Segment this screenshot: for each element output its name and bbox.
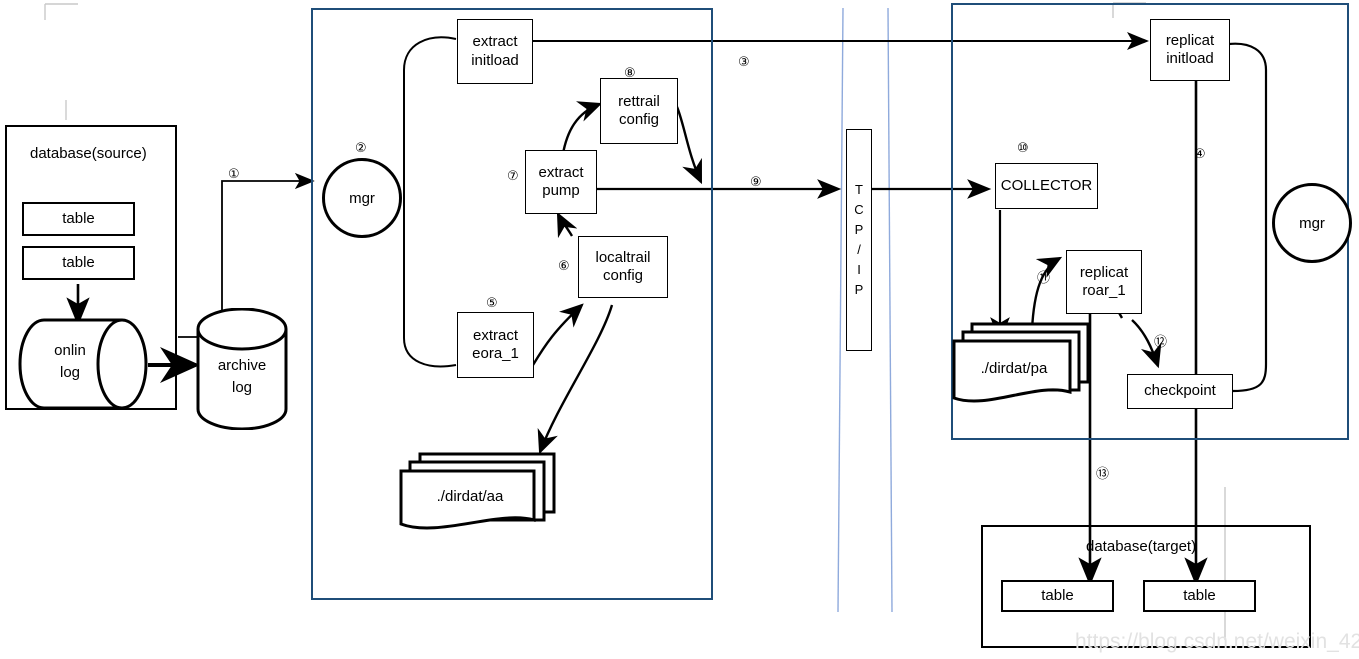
localtrail-config-line1: localtrail bbox=[595, 248, 651, 266]
extract-initload-line2: initload bbox=[471, 51, 519, 69]
target-table-2: table bbox=[1143, 580, 1256, 612]
tcpip-letter-0: T bbox=[855, 181, 863, 197]
rettrail-config-line1: rettrail bbox=[618, 92, 660, 110]
extract-pump-box: extract pump bbox=[525, 150, 597, 214]
extract-initload-line1: extract bbox=[472, 33, 518, 51]
target-table-1-label: table bbox=[1041, 586, 1074, 604]
step-9-label: ⑨ bbox=[750, 175, 762, 190]
replicat-roar-line2: roar_1 bbox=[1082, 282, 1126, 299]
source-database-title: database(source) bbox=[30, 145, 147, 162]
extract-eora-box: extract eora_1 bbox=[457, 312, 534, 378]
step-11-label: ⑪ bbox=[1037, 271, 1051, 286]
rettrail-config-line2: config bbox=[618, 111, 660, 128]
tcpip-letter-1: C bbox=[854, 201, 864, 217]
source-table-1: table bbox=[22, 202, 135, 236]
target-table-1: table bbox=[1001, 580, 1114, 612]
checkpoint-box: checkpoint bbox=[1127, 374, 1233, 409]
step-6-label: ⑥ bbox=[558, 259, 570, 274]
step-8-label: ⑧ bbox=[624, 66, 636, 81]
localtrail-config-box: localtrail config bbox=[578, 236, 668, 298]
target-mgr-circle: mgr bbox=[1272, 183, 1352, 263]
replicat-initload-line2: initload bbox=[1166, 50, 1214, 67]
dirdat-aa-label: ./dirdat/aa bbox=[436, 488, 504, 505]
diagram-canvas: database(source) table table onlin log a… bbox=[0, 0, 1359, 659]
dirdat-pa-stack: ./dirdat/pa bbox=[950, 320, 1094, 412]
tcpip-letter-3: / bbox=[857, 242, 861, 257]
target-database-title: database(target) bbox=[1086, 538, 1197, 555]
localtrail-config-line2: config bbox=[602, 267, 644, 284]
collector-box: COLLECTOR bbox=[995, 163, 1098, 209]
step-3-label: ③ bbox=[738, 55, 750, 70]
online-log-cylinder: onlin log bbox=[18, 318, 148, 410]
source-mgr-label: mgr bbox=[349, 189, 375, 207]
archive-log-cylinder: archive log bbox=[196, 307, 288, 431]
replicat-initload-box: replicat initload bbox=[1150, 19, 1230, 81]
checkpoint-label: checkpoint bbox=[1144, 382, 1216, 400]
rettrail-config-box: rettrail config bbox=[600, 78, 678, 144]
online-log-label: onlin log bbox=[54, 342, 86, 381]
source-mgr-circle: mgr bbox=[322, 158, 402, 238]
dirdat-aa-stack: ./dirdat/aa bbox=[398, 450, 558, 530]
step-13-label: ⑬ bbox=[1096, 467, 1110, 482]
extract-eora-line1: extract bbox=[472, 326, 518, 344]
target-table-2-label: table bbox=[1183, 586, 1216, 604]
replicat-roar-box: replicat roar_1 bbox=[1066, 250, 1142, 314]
tcpip-letter-2: P bbox=[854, 221, 864, 237]
step-4-label: ④ bbox=[1194, 147, 1206, 162]
collector-label: COLLECTOR bbox=[1000, 176, 1093, 194]
extract-initload-box: extract initload bbox=[457, 19, 533, 84]
target-mgr-label: mgr bbox=[1299, 214, 1325, 232]
source-table-1-label: table bbox=[62, 209, 95, 227]
extract-eora-line2: eora_1 bbox=[472, 345, 519, 362]
source-table-2-label: table bbox=[62, 253, 95, 271]
step-10-label: ⑩ bbox=[1017, 141, 1029, 156]
tcpip-box: T C P / I P bbox=[846, 129, 872, 351]
source-table-2: table bbox=[22, 246, 135, 280]
replicat-roar-line1: replicat bbox=[1079, 263, 1129, 281]
tcpip-letter-5: P bbox=[854, 282, 864, 298]
step-2-label: ② bbox=[355, 141, 367, 156]
extract-pump-line1: extract bbox=[538, 163, 584, 181]
step-12-label: ⑫ bbox=[1154, 335, 1168, 350]
replicat-initload-line1: replicat bbox=[1165, 31, 1215, 49]
step-7-label: ⑦ bbox=[507, 169, 519, 184]
step-5-label: ⑤ bbox=[486, 296, 498, 311]
extract-pump-line2: pump bbox=[542, 182, 580, 199]
step-1-label: ① bbox=[228, 167, 240, 182]
watermark-text: https://blog.csdn.net/weixin_42148355 bbox=[1075, 630, 1359, 653]
dirdat-pa-label: ./dirdat/pa bbox=[980, 360, 1048, 377]
tcpip-letter-4: I bbox=[857, 262, 861, 278]
archive-log-label: archive log bbox=[217, 357, 267, 396]
